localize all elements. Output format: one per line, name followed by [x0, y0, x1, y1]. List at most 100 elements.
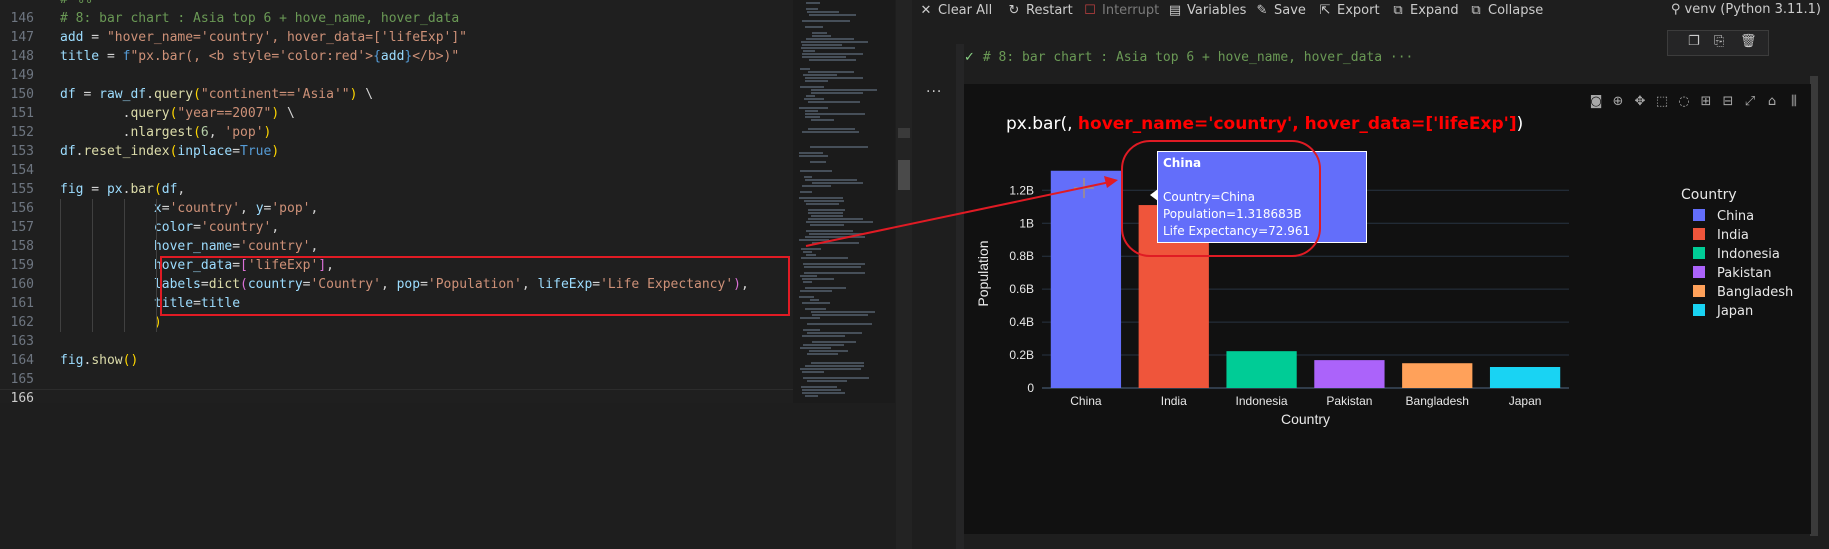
hover-title: China [1163, 156, 1202, 170]
scrollbar-thumb[interactable] [898, 160, 910, 190]
bar[interactable] [1050, 170, 1122, 388]
expand-button[interactable]: ⧉ Expand [1390, 2, 1458, 20]
code-line[interactable]: 149 [0, 66, 793, 85]
code-token: show [91, 353, 123, 368]
line-code: .query("year==2007") \ [60, 104, 295, 123]
kernel-icon: ⚲ [1670, 2, 1685, 17]
y-tick-label: 0.2B [1009, 348, 1034, 362]
legend-item[interactable]: Japan [1681, 302, 1793, 321]
code-line[interactable]: 150 df = raw_df.query("continent=='Asia'"… [0, 85, 793, 104]
legend-item[interactable]: Indonesia [1681, 245, 1793, 264]
code-token: fig [60, 182, 84, 197]
copy-icon[interactable]: ❐ [1688, 34, 1700, 49]
bar[interactable] [1489, 366, 1561, 388]
minimap-line [803, 377, 869, 379]
export-button[interactable]: ⇱ Export [1317, 2, 1380, 20]
minimap-line [802, 371, 824, 373]
y-tick-label: 0.6B [1009, 282, 1034, 296]
camera-icon[interactable]: ◙ [1585, 94, 1607, 109]
cell-header[interactable]: ✓ # 8: bar chart : Asia top 6 + hove_name… [964, 48, 1413, 68]
plotly-logo-icon[interactable]: ⫼ [1783, 94, 1805, 109]
code-line[interactable]: 163 [0, 332, 793, 351]
kernel-picker[interactable]: ⚲ venv (Python 3.11.1) [1671, 2, 1821, 17]
code-token: nlargest [130, 125, 194, 140]
restart-button[interactable]: ↻ Restart [1006, 2, 1073, 20]
line-number: 146 [10, 11, 34, 26]
check-icon: ✓ [964, 50, 975, 65]
line-code: df = raw_df.query("continent=='Asia'") \ [60, 85, 373, 104]
plotly-chart[interactable]: 0 0.2B 0.4B 0.6B 0.8B 1B 1.2B China India Indones… [964, 84, 1811, 534]
legend-item[interactable]: India [1681, 226, 1793, 245]
code-editor[interactable]: # %% 146 # 8: bar chart : Asia top 6 + hov… [0, 0, 793, 403]
minimap-line [804, 176, 812, 178]
minimap[interactable] [793, 0, 895, 403]
minimap-line [808, 71, 854, 73]
code-token: \ [279, 106, 295, 121]
code-line[interactable]: 157 color='country', [0, 218, 793, 237]
box-select-icon[interactable]: ⬚ [1651, 94, 1673, 109]
clear-all-button[interactable]: ✕ Clear All [918, 2, 993, 20]
minimap-line [802, 185, 831, 187]
output-menu-button[interactable]: ··· [926, 84, 942, 100]
interrupt-button[interactable]: ☐ Interrupt [1082, 2, 1159, 20]
variables-button[interactable]: ▤ Variables [1167, 2, 1247, 20]
legend-item[interactable]: China [1681, 207, 1793, 226]
code-line[interactable]: 155 fig = px.bar(df, [0, 180, 793, 199]
collapse-button[interactable]: ⧉ Collapse [1468, 2, 1543, 20]
zoom-out-icon[interactable]: ⊟ [1717, 94, 1739, 109]
code-line[interactable]: 153 df.reset_index(inplace=True) [0, 142, 793, 161]
bar[interactable] [1226, 351, 1297, 388]
code-token: px [106, 182, 123, 197]
y-tick-label: 1B [1019, 216, 1034, 230]
bar[interactable] [1314, 360, 1385, 388]
minimap-line [808, 101, 860, 103]
code-line[interactable]: 151 .query("year==2007") \ [0, 104, 793, 123]
code-line[interactable]: 164 fig.show() [0, 351, 793, 370]
home-icon[interactable]: ⌂ [1761, 94, 1783, 109]
pan-icon[interactable]: ✥ [1629, 94, 1651, 109]
scrollbar-marker [898, 128, 910, 138]
code-token: = [83, 30, 107, 45]
stop-icon: ☐ [1084, 3, 1096, 18]
minimap-line [801, 257, 848, 259]
minimap-line [800, 347, 831, 349]
minimap-line [804, 200, 844, 202]
legend-label: Japan [1717, 304, 1754, 319]
code-line[interactable]: 147 add = "hover_name='country', hover_da… [0, 28, 793, 47]
output-scrollbar[interactable] [1810, 76, 1818, 536]
code-token: 'pop' [271, 201, 311, 216]
legend-items: China India Indonesia Pakistan Bangladesh Jap… [1681, 207, 1793, 321]
line-number: 162 [10, 315, 34, 330]
code-line[interactable]: 152 .nlargest(6, 'pop') [0, 123, 793, 142]
zoom-icon[interactable]: ⊕ [1607, 94, 1629, 109]
delete-icon[interactable]: 🗑︎ [1740, 34, 1757, 49]
legend-swatch [1693, 304, 1705, 316]
code-line[interactable]: 165 [0, 370, 793, 389]
line-code: fig = px.bar(df, [60, 180, 185, 199]
chart-title: px.bar(, hover_name='country', hover_dat… [1006, 114, 1524, 134]
code-token: () [122, 353, 139, 368]
legend-item[interactable]: Pakistan [1681, 264, 1793, 283]
code-line[interactable]: 166 [0, 389, 793, 403]
minimap-line [803, 344, 844, 346]
code-line[interactable]: 154 [0, 161, 793, 180]
code-line[interactable]: 148 title = f"px.bar(, <b style='color:re… [0, 47, 793, 66]
editor-scrollbar[interactable] [896, 0, 912, 549]
goto-code-icon[interactable]: ⎘ [1714, 34, 1724, 49]
minimap-line [810, 161, 826, 163]
legend-item[interactable]: Bangladesh [1681, 283, 1793, 302]
minimap-line [812, 182, 863, 184]
save-button[interactable]: ✎ Save [1254, 2, 1306, 20]
code-line[interactable]: 158 hover_name='country', [0, 237, 793, 256]
line-number: 148 [10, 49, 34, 64]
code-line[interactable]: 146 # 8: bar chart : Asia top 6 + hove_na… [0, 9, 793, 28]
lasso-icon[interactable]: ◌ [1673, 94, 1695, 109]
bar[interactable] [1402, 363, 1473, 388]
code-line[interactable]: 156 x='country', y='pop', [0, 199, 793, 218]
autoscale-icon[interactable]: ⤢ [1739, 94, 1761, 109]
minimap-line [804, 98, 824, 100]
zoom-in-icon[interactable]: ⊞ [1695, 94, 1717, 109]
code-line[interactable]: # %% [0, 0, 793, 9]
line-code: add = "hover_name='country', hover_data=… [60, 28, 467, 47]
